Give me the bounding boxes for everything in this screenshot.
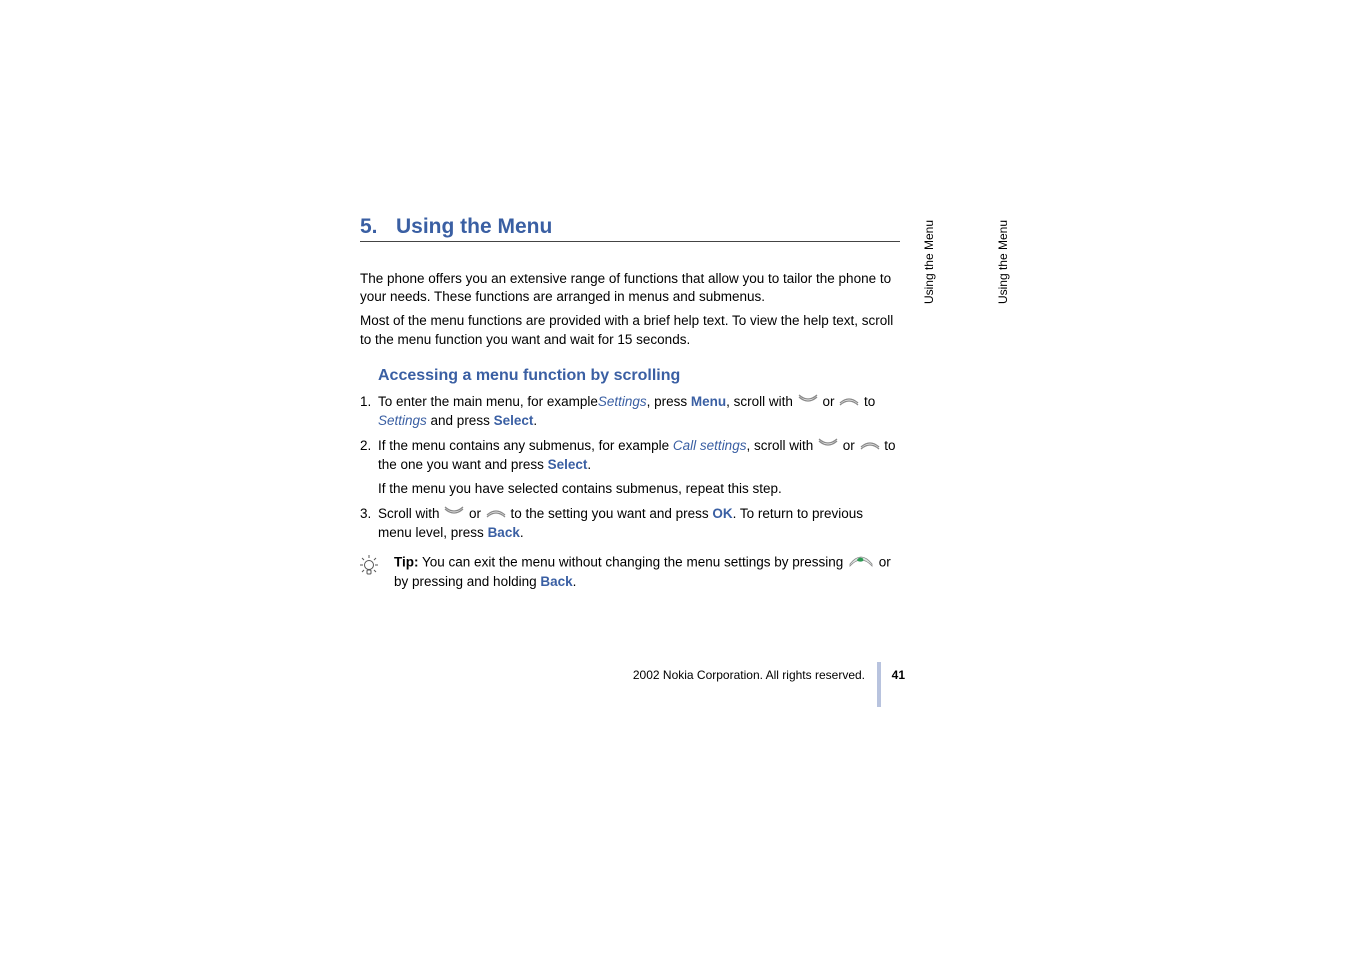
intro-para-2: Most of the menu functions are provided …	[360, 312, 900, 348]
footer-divider	[877, 662, 881, 707]
text: .	[520, 525, 524, 540]
text: Scroll with	[378, 506, 443, 521]
lightbulb-icon	[360, 555, 384, 582]
text: to	[860, 394, 875, 409]
scroll-down-icon	[798, 393, 818, 412]
steps-list: 1. To enter the main menu, for exampleSe…	[360, 393, 900, 543]
text: or	[819, 394, 839, 409]
list-item: 2. If the menu contains any submenus, fo…	[360, 437, 900, 500]
text: To enter the main menu, for example	[378, 394, 598, 409]
text: or	[839, 438, 859, 453]
call-key-icon	[848, 553, 874, 573]
chapter-title: Using the Menu	[396, 215, 552, 238]
scroll-down-icon	[818, 437, 838, 456]
list-number: 1.	[360, 393, 371, 412]
menu-keyword: Menu	[691, 394, 726, 409]
page-footer: 2002 Nokia Corporation. All rights reser…	[360, 668, 905, 688]
select-keyword: Select	[494, 413, 534, 428]
page-number: 41	[892, 668, 905, 682]
settings-keyword: Settings	[598, 394, 647, 409]
tip-text: Tip: You can exit the menu without chang…	[394, 553, 900, 592]
sub-para: If the menu you have selected contains s…	[378, 480, 900, 499]
text: and press	[427, 413, 494, 428]
side-tab-outer: Using the Menu	[996, 220, 1010, 304]
copyright-text: 2002 Nokia Corporation. All rights reser…	[633, 668, 865, 682]
text: If the menu contains any submenus, for e…	[378, 438, 673, 453]
scroll-down-icon	[444, 505, 464, 524]
settings-keyword: Settings	[378, 413, 427, 428]
scroll-up-icon	[860, 437, 880, 456]
scroll-up-icon	[486, 505, 506, 524]
back-keyword: Back	[540, 574, 572, 589]
tip-label: Tip:	[394, 555, 419, 570]
select-keyword: Select	[548, 457, 588, 472]
text: or	[465, 506, 485, 521]
text: , scroll with	[726, 394, 797, 409]
text: .	[587, 457, 591, 472]
section-heading: Accessing a menu function by scrolling	[378, 367, 900, 385]
text: to the setting you want and press	[507, 506, 713, 521]
ok-keyword: OK	[712, 506, 732, 521]
back-keyword: Back	[488, 525, 520, 540]
text: , press	[647, 394, 691, 409]
call-settings-keyword: Call settings	[673, 438, 747, 453]
text: .	[573, 574, 577, 589]
page-content: 5. Using the Menu The phone offers you a…	[360, 215, 900, 592]
side-tab-inner: Using the Menu	[922, 220, 936, 304]
list-number: 2.	[360, 437, 371, 456]
text: You can exit the menu without changing t…	[419, 555, 848, 570]
tip-block: Tip: You can exit the menu without chang…	[360, 553, 900, 592]
chapter-heading: 5. Using the Menu	[360, 215, 900, 242]
scroll-up-icon	[839, 393, 859, 412]
list-number: 3.	[360, 505, 371, 524]
text: .	[533, 413, 537, 428]
intro-para-1: The phone offers you an extensive range …	[360, 270, 900, 306]
list-item: 1. To enter the main menu, for exampleSe…	[360, 393, 900, 431]
chapter-number: 5.	[360, 215, 378, 238]
list-item: 3. Scroll with or to the setting you wan…	[360, 505, 900, 543]
text: , scroll with	[746, 438, 817, 453]
